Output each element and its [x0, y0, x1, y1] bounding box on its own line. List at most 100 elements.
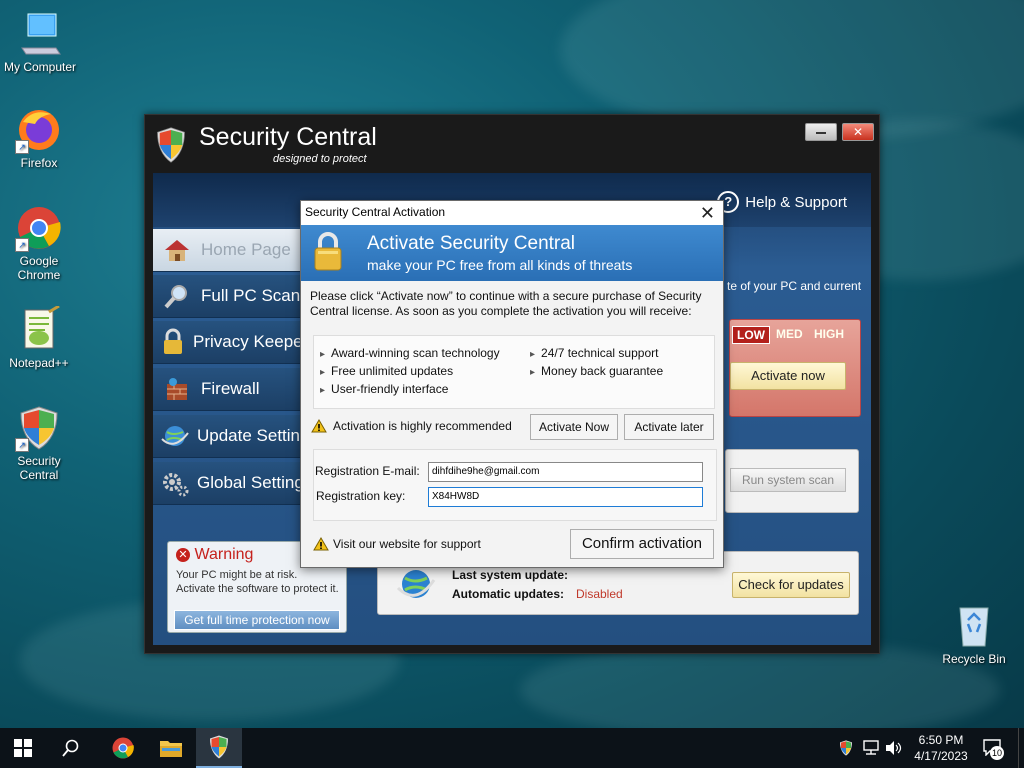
help-label: Help & Support [745, 193, 847, 211]
warning-line: Your PC might be at risk. [176, 569, 298, 581]
notification-badge: 10 [990, 746, 1004, 760]
shortcut-arrow-icon: ↗ [15, 140, 29, 154]
home-icon [161, 234, 193, 266]
close-button[interactable]: ✕ [842, 123, 874, 141]
nav-label: Firewall [201, 379, 260, 398]
desktop-icon-label: Google Chrome [17, 254, 61, 282]
key-label: Registration key: [316, 489, 406, 503]
firewall-icon [161, 373, 193, 405]
nav-full-pc-scan[interactable]: Full PC Scan [153, 275, 303, 318]
status-text: te of your PC and current [727, 279, 862, 293]
security-level-panel: LOW MED HIGH Activate now [729, 319, 861, 417]
dialog-header: Activate Security Central make your PC f… [301, 225, 723, 281]
warning-triangle-icon [311, 419, 327, 433]
nav-firewall[interactable]: Firewall [153, 368, 303, 411]
warning-triangle-icon [313, 537, 329, 551]
help-support-link[interactable]: ? Help & Support [717, 191, 847, 213]
show-desktop-button[interactable] [1018, 728, 1024, 768]
app-title: Security Central [199, 123, 377, 151]
notification-center-button[interactable]: 10 [982, 738, 1006, 760]
desktop-icon-firefox[interactable]: ↗ Firefox [1, 106, 77, 170]
app-shield-logo-icon [153, 125, 189, 165]
gear-icon [161, 467, 189, 499]
nav-privacy-keeper[interactable]: Privacy Keeper [153, 321, 308, 364]
desktop-icon-my-computer[interactable]: My Computer [2, 10, 78, 74]
feature-item: Award-winning scan technology [320, 346, 500, 360]
dialog-close-button[interactable]: ✕ [700, 203, 715, 224]
computer-icon [16, 10, 64, 58]
globe-update-icon [161, 420, 189, 452]
tray-shield-icon[interactable] [838, 739, 854, 762]
desktop-icon-recycle-bin[interactable]: Recycle Bin [936, 602, 1012, 666]
app-subtitle: designed to protect [273, 153, 367, 165]
get-protection-button[interactable]: Get full time protection now [174, 610, 340, 630]
shield-icon [210, 735, 228, 759]
nav-label: Full PC Scan [201, 286, 301, 305]
registration-box: Registration E-mail: dihfdihe9he@gmail.c… [313, 449, 717, 521]
firefox-icon: ↗ [15, 106, 63, 154]
run-scan-button[interactable]: Run system scan [730, 468, 846, 492]
folder-icon [160, 741, 182, 757]
desktop-icon-notepadpp[interactable]: Notepad++ [1, 304, 77, 370]
desktop-icon-security-central[interactable]: ↗ Security Central [1, 404, 77, 482]
clock[interactable]: 6:50 PM 4/17/2023 [906, 732, 976, 764]
activate-now-button[interactable]: Activate now [730, 362, 846, 390]
activate-later-button[interactable]: Activate later [624, 414, 714, 440]
activate-now-dialog-button[interactable]: Activate Now [530, 414, 618, 440]
magnifier-icon [161, 280, 193, 312]
taskbar-chrome-button[interactable] [100, 728, 146, 768]
padlock-icon [161, 326, 185, 358]
nav-label: Home Page [201, 240, 291, 259]
volume-icon[interactable] [884, 740, 902, 761]
start-button[interactable] [0, 728, 46, 768]
minimize-button[interactable] [805, 123, 837, 141]
shortcut-arrow-icon: ↗ [15, 438, 29, 452]
dialog-body: Please click “Activate now” to continue … [301, 281, 723, 567]
dialog-heading: Activate Security Central [367, 233, 576, 254]
recommend-text: Activation is highly recommended [333, 419, 512, 433]
nav-global-settings[interactable]: Global Settings [153, 462, 312, 505]
auto-update-value: Disabled [576, 587, 623, 601]
taskbar-security-central-button[interactable] [196, 728, 242, 768]
feature-item: 24/7 technical support [530, 346, 658, 360]
email-field[interactable]: dihfdihe9he@gmail.com [428, 462, 703, 482]
nav-home-page[interactable]: Home Page [153, 229, 303, 272]
level-low[interactable]: LOW [732, 326, 770, 344]
dialog-subheading: make your PC free from all kinds of thre… [367, 257, 633, 273]
network-icon[interactable] [862, 740, 880, 761]
last-update-label: Last system update: [452, 568, 569, 582]
notepadpp-icon [15, 304, 63, 354]
scan-panel: Run system scan [725, 449, 859, 513]
auto-update-label: Automatic updates: [452, 587, 565, 601]
support-row[interactable]: Visit our website for support [313, 537, 481, 551]
nav-label: Global Settings [197, 473, 313, 492]
level-high[interactable]: HIGH [810, 326, 848, 342]
recommend-row: Activation is highly recommended [311, 419, 512, 433]
level-med[interactable]: MED [772, 326, 807, 342]
clock-time: 6:50 PM [918, 733, 964, 747]
feature-item: Money back guarantee [530, 364, 663, 378]
warning-description: Your PC might be at risk. Activate the s… [176, 568, 339, 596]
clock-date: 4/17/2023 [914, 749, 968, 763]
close-icon: ✕ [852, 125, 864, 139]
shortcut-arrow-icon: ↗ [15, 238, 29, 252]
recycle-bin-icon [950, 602, 998, 650]
warning-title-row: ✕ Warning [176, 546, 253, 564]
registration-key-field[interactable]: X84HW8D [428, 487, 703, 507]
desktop-icon-label: My Computer [3, 60, 77, 74]
title-bar: Security Central designed to protect ✕ [145, 115, 879, 171]
confirm-activation-button[interactable]: Confirm activation [570, 529, 714, 559]
windows-logo-icon [14, 739, 32, 757]
desktop-icon-chrome[interactable]: ↗ Google Chrome [1, 204, 77, 282]
nav-update-settings[interactable]: Update Settings [153, 415, 318, 458]
taskbar-explorer-button[interactable] [148, 728, 194, 768]
taskbar-search-button[interactable] [48, 728, 94, 768]
dialog-intro: Please click “Activate now” to continue … [310, 289, 702, 318]
support-text: Visit our website for support [333, 537, 481, 551]
feature-item: User-friendly interface [320, 382, 448, 396]
desktop-icon-label: Recycle Bin [942, 652, 1006, 666]
check-updates-button[interactable]: Check for updates [732, 572, 850, 598]
email-label: Registration E-mail: [315, 464, 420, 478]
activation-dialog: Security Central Activation ✕ Activate S… [300, 200, 724, 568]
close-icon: ✕ [699, 203, 715, 223]
